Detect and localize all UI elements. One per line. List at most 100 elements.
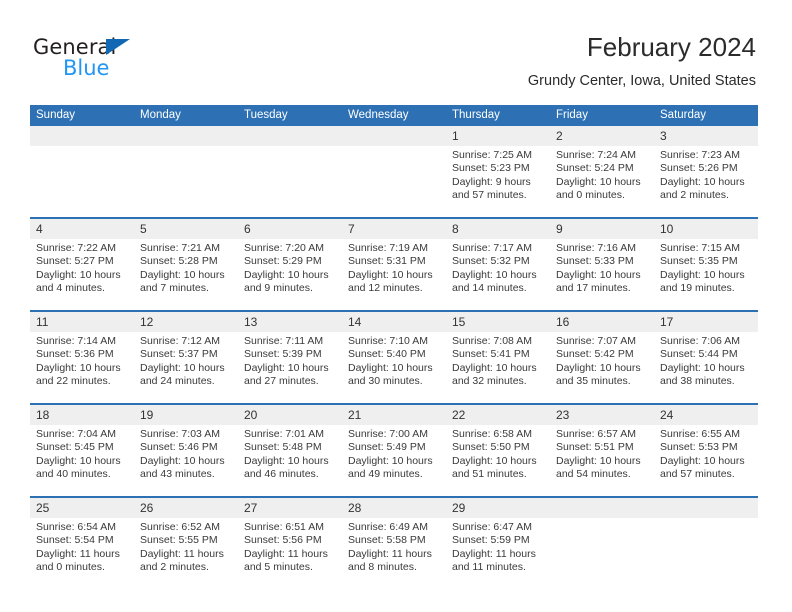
day-number[interactable]: 5 xyxy=(134,219,238,239)
daylight-duration-line1: Daylight: 10 hours xyxy=(660,454,745,467)
sunrise-time: Sunrise: 6:54 AM xyxy=(36,521,116,533)
day-details[interactable]: Sunrise: 7:21 AM Sunset: 5:28 PM Daylight:… xyxy=(134,239,238,310)
sunset-time: Sunset: 5:46 PM xyxy=(140,441,218,454)
day-number[interactable]: 18 xyxy=(30,405,134,425)
daylight-duration-line1: Daylight: 10 hours xyxy=(556,454,641,467)
day-details[interactable]: Sunrise: 6:49 AM Sunset: 5:58 PM Daylight:… xyxy=(342,518,446,589)
day-details[interactable]: Sunrise: 6:54 AM Sunset: 5:54 PM Daylight:… xyxy=(30,518,134,589)
daylight-duration-line1: Daylight: 10 hours xyxy=(140,454,225,467)
daylight-duration-line2: and 57 minutes. xyxy=(452,189,527,202)
day-details[interactable]: Sunrise: 7:00 AM Sunset: 5:49 PM Daylight:… xyxy=(342,425,446,496)
weekday-header-sunday: Sunday xyxy=(30,105,134,126)
day-number[interactable]: 28 xyxy=(342,498,446,518)
day-details[interactable]: Sunrise: 7:15 AM Sunset: 5:35 PM Daylight:… xyxy=(654,239,758,310)
day-details[interactable]: Sunrise: 6:57 AM Sunset: 5:51 PM Daylight:… xyxy=(550,425,654,496)
sunset-time: Sunset: 5:49 PM xyxy=(348,441,426,454)
day-number[interactable]: 20 xyxy=(238,405,342,425)
daylight-duration-line2: and 43 minutes. xyxy=(140,468,215,481)
daylight-duration-line1: Daylight: 10 hours xyxy=(660,268,745,281)
day-details[interactable]: Sunrise: 7:06 AM Sunset: 5:44 PM Daylight:… xyxy=(654,332,758,403)
day-number[interactable]: 15 xyxy=(446,312,550,332)
day-details[interactable]: Sunrise: 7:23 AM Sunset: 5:26 PM Daylight:… xyxy=(654,146,758,217)
day-details[interactable]: Sunrise: 7:08 AM Sunset: 5:41 PM Daylight:… xyxy=(446,332,550,403)
day-number[interactable]: 4 xyxy=(30,219,134,239)
day-number[interactable]: 1 xyxy=(446,126,550,146)
day-details[interactable]: Sunrise: 7:04 AM Sunset: 5:45 PM Daylight:… xyxy=(30,425,134,496)
sunrise-time: Sunrise: 7:21 AM xyxy=(140,242,220,254)
day-details[interactable]: Sunrise: 6:51 AM Sunset: 5:56 PM Daylight:… xyxy=(238,518,342,589)
day-number[interactable]: 13 xyxy=(238,312,342,332)
weekday-header-saturday: Saturday xyxy=(654,105,758,126)
day-details[interactable]: Sunrise: 7:07 AM Sunset: 5:42 PM Daylight:… xyxy=(550,332,654,403)
day-number[interactable]: 7 xyxy=(342,219,446,239)
day-details[interactable]: Sunrise: 7:17 AM Sunset: 5:32 PM Daylight:… xyxy=(446,239,550,310)
sunrise-time: Sunrise: 7:06 AM xyxy=(660,335,740,347)
general-blue-logo[interactable]: General Blue xyxy=(33,36,183,84)
sunset-time: Sunset: 5:23 PM xyxy=(452,162,530,175)
day-number[interactable]: 16 xyxy=(550,312,654,332)
sunrise-time: Sunrise: 7:25 AM xyxy=(452,149,532,161)
day-number[interactable]: 29 xyxy=(446,498,550,518)
sunrise-time: Sunrise: 7:03 AM xyxy=(140,428,220,440)
day-number[interactable]: 24 xyxy=(654,405,758,425)
sunset-time: Sunset: 5:29 PM xyxy=(244,255,322,268)
daylight-duration-line1: Daylight: 10 hours xyxy=(348,268,433,281)
day-details[interactable]: Sunrise: 7:22 AM Sunset: 5:27 PM Daylight:… xyxy=(30,239,134,310)
week-detail-row: Sunrise: 6:54 AM Sunset: 5:54 PM Daylight:… xyxy=(30,518,758,589)
day-details[interactable]: Sunrise: 6:58 AM Sunset: 5:50 PM Daylight:… xyxy=(446,425,550,496)
day-details[interactable]: Sunrise: 7:24 AM Sunset: 5:24 PM Daylight:… xyxy=(550,146,654,217)
day-number[interactable]: 27 xyxy=(238,498,342,518)
sunrise-time: Sunrise: 7:23 AM xyxy=(660,149,740,161)
sunset-time: Sunset: 5:27 PM xyxy=(36,255,114,268)
day-number[interactable]: 26 xyxy=(134,498,238,518)
day-number[interactable]: 3 xyxy=(654,126,758,146)
daylight-duration-line2: and 40 minutes. xyxy=(36,468,111,481)
day-details[interactable]: Sunrise: 7:10 AM Sunset: 5:40 PM Daylight:… xyxy=(342,332,446,403)
sunrise-time: Sunrise: 7:04 AM xyxy=(36,428,116,440)
daylight-duration-line1: Daylight: 10 hours xyxy=(140,361,225,374)
weekday-header-wednesday: Wednesday xyxy=(342,105,446,126)
day-details[interactable]: Sunrise: 7:01 AM Sunset: 5:48 PM Daylight:… xyxy=(238,425,342,496)
sunrise-sunset-calendar: Sunday Monday Tuesday Wednesday Thursday… xyxy=(30,105,758,589)
daylight-duration-line1: Daylight: 10 hours xyxy=(348,361,433,374)
day-details[interactable]: Sunrise: 7:25 AM Sunset: 5:23 PM Daylight:… xyxy=(446,146,550,217)
day-number[interactable]: 8 xyxy=(446,219,550,239)
day-number[interactable]: 25 xyxy=(30,498,134,518)
day-number[interactable]: 19 xyxy=(134,405,238,425)
weekday-header-thursday: Thursday xyxy=(446,105,550,126)
day-number[interactable]: 6 xyxy=(238,219,342,239)
day-number[interactable]: 12 xyxy=(134,312,238,332)
day-details[interactable]: Sunrise: 7:19 AM Sunset: 5:31 PM Daylight:… xyxy=(342,239,446,310)
day-details[interactable]: Sunrise: 7:11 AM Sunset: 5:39 PM Daylight:… xyxy=(238,332,342,403)
sunrise-time: Sunrise: 7:22 AM xyxy=(36,242,116,254)
day-details[interactable]: Sunrise: 7:16 AM Sunset: 5:33 PM Daylight:… xyxy=(550,239,654,310)
day-details[interactable]: Sunrise: 7:12 AM Sunset: 5:37 PM Daylight:… xyxy=(134,332,238,403)
day-number[interactable]: 2 xyxy=(550,126,654,146)
day-details[interactable]: Sunrise: 6:52 AM Sunset: 5:55 PM Daylight:… xyxy=(134,518,238,589)
day-number[interactable]: 22 xyxy=(446,405,550,425)
day-details[interactable]: Sunrise: 7:03 AM Sunset: 5:46 PM Daylight:… xyxy=(134,425,238,496)
daylight-duration-line2: and 5 minutes. xyxy=(244,561,313,574)
day-number[interactable]: 17 xyxy=(654,312,758,332)
day-number-empty xyxy=(134,126,238,146)
day-number[interactable]: 11 xyxy=(30,312,134,332)
daylight-duration-line2: and 12 minutes. xyxy=(348,282,423,295)
daylight-duration-line1: Daylight: 10 hours xyxy=(348,454,433,467)
weekday-header-monday: Monday xyxy=(134,105,238,126)
day-number[interactable]: 14 xyxy=(342,312,446,332)
daylight-duration-line1: Daylight: 10 hours xyxy=(140,268,225,281)
day-details[interactable]: Sunrise: 6:55 AM Sunset: 5:53 PM Daylight:… xyxy=(654,425,758,496)
day-number[interactable]: 10 xyxy=(654,219,758,239)
logo-text-general: General xyxy=(33,35,117,59)
day-details[interactable]: Sunrise: 6:47 AM Sunset: 5:59 PM Daylight:… xyxy=(446,518,550,589)
day-details[interactable]: Sunrise: 7:20 AM Sunset: 5:29 PM Daylight:… xyxy=(238,239,342,310)
day-number[interactable]: 21 xyxy=(342,405,446,425)
sunrise-time: Sunrise: 7:08 AM xyxy=(452,335,532,347)
sunrise-time: Sunrise: 7:19 AM xyxy=(348,242,428,254)
day-number[interactable]: 23 xyxy=(550,405,654,425)
daylight-duration-line2: and 24 minutes. xyxy=(140,375,215,388)
daylight-duration-line2: and 30 minutes. xyxy=(348,375,423,388)
day-number[interactable]: 9 xyxy=(550,219,654,239)
day-details[interactable]: Sunrise: 7:14 AM Sunset: 5:36 PM Daylight:… xyxy=(30,332,134,403)
daylight-duration-line2: and 0 minutes. xyxy=(556,189,625,202)
